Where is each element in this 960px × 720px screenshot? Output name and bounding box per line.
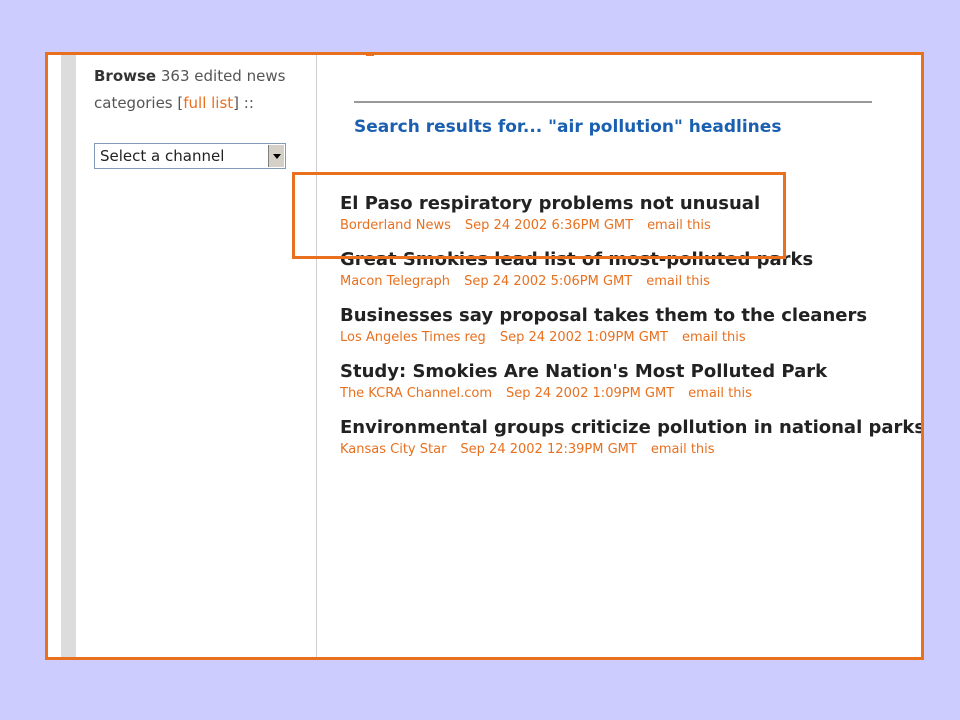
result-item: Businesses say proposal takes them to th…: [340, 304, 900, 360]
result-headline-link[interactable]: Study: Smokies Are Nation's Most Pollute…: [340, 360, 900, 384]
result-source-link[interactable]: Macon Telegraph: [340, 274, 450, 289]
chevron-down-icon[interactable]: [268, 145, 284, 167]
result-date: Sep 24 2002 5:06PM GMT: [464, 274, 633, 289]
email-this-link[interactable]: email this: [651, 442, 715, 457]
channel-select-value: Select a channel: [100, 147, 225, 165]
browse-label: Browse: [94, 67, 157, 85]
result-meta: Los Angeles Times reg Sep 24 2002 1:09PM …: [340, 328, 900, 348]
channel-select[interactable]: Select a channel: [94, 143, 286, 169]
result-item: Environmental groups criticize pollution…: [340, 416, 921, 472]
search-results-heading: Search results for... "air pollution" he…: [354, 117, 782, 137]
result-meta: The KCRA Channel.com Sep 24 2002 1:09PM G…: [340, 384, 900, 404]
screenshot-frame: Browse 363 edited news categories [full …: [45, 52, 924, 660]
result-headline-link[interactable]: Businesses say proposal takes them to th…: [340, 304, 900, 328]
email-this-link[interactable]: email this: [688, 386, 752, 401]
email-this-link[interactable]: email this: [646, 274, 710, 289]
result-date: Sep 24 2002 1:09PM GMT: [506, 386, 675, 401]
result-item: Study: Smokies Are Nation's Most Pollute…: [340, 360, 900, 416]
left-margin: [48, 55, 61, 657]
result-headline-link[interactable]: Environmental groups criticize pollution…: [340, 416, 921, 440]
column-divider: [316, 55, 317, 657]
email-this-link[interactable]: email this: [682, 330, 746, 345]
partial-logo-mark: [366, 55, 374, 56]
result-date: Sep 24 2002 1:09PM GMT: [499, 330, 668, 345]
result-source-link[interactable]: The KCRA Channel.com: [340, 386, 492, 401]
result-meta: Kansas City Star Sep 24 2002 12:39PM GMT e…: [340, 440, 900, 460]
full-list-link[interactable]: full list: [183, 94, 233, 112]
heading-rule: [354, 101, 872, 103]
left-gray-bar: [61, 55, 76, 657]
result-meta: Macon Telegraph Sep 24 2002 5:06PM GMT ema…: [340, 272, 900, 292]
result-date: Sep 24 2002 12:39PM GMT: [460, 442, 637, 457]
result-source-link[interactable]: Los Angeles Times reg: [340, 330, 486, 345]
browse-suffix: ] ::: [233, 94, 254, 112]
highlight-box: [292, 172, 786, 259]
browse-categories-text: Browse 363 edited news categories [full …: [94, 63, 294, 117]
result-source-link[interactable]: Kansas City Star: [340, 442, 446, 457]
